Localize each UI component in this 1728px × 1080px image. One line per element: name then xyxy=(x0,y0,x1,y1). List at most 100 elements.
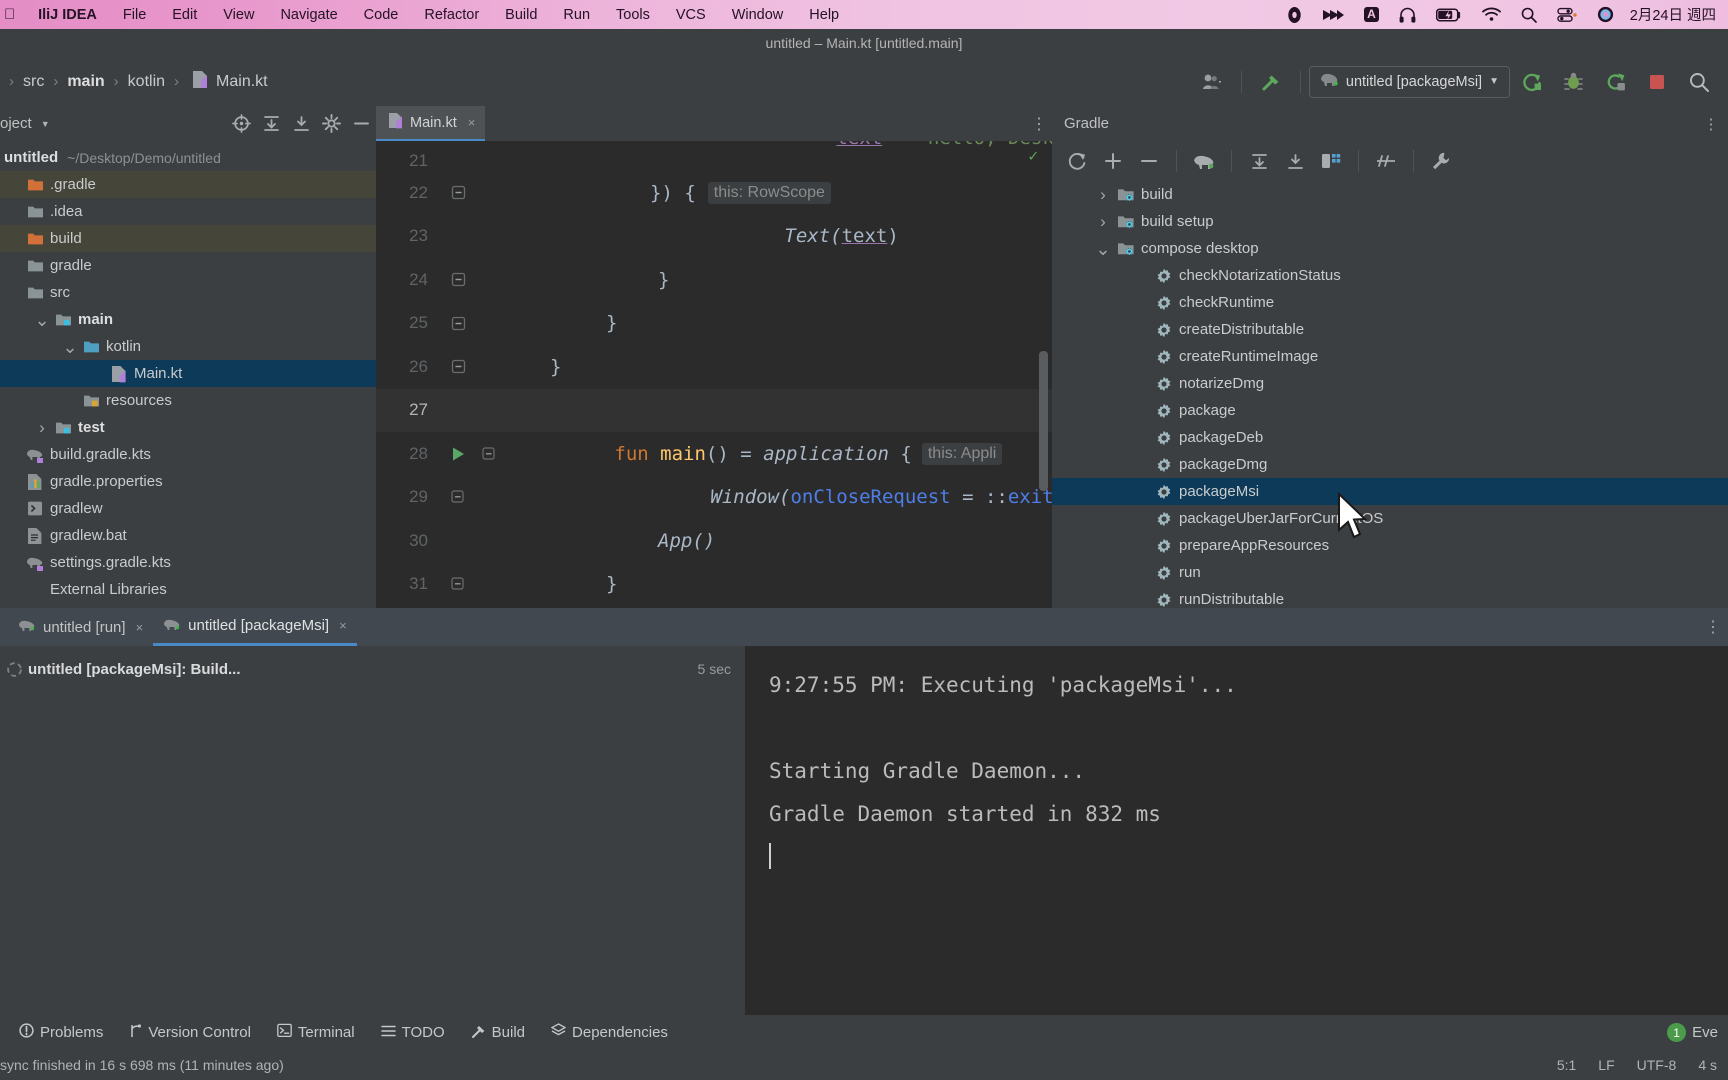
project-tree-item-test[interactable]: › test xyxy=(0,414,376,441)
editor-scrollbar[interactable] xyxy=(1039,351,1048,491)
menu-view[interactable]: View xyxy=(210,7,267,23)
gradle-task-compose-desktop[interactable]: ⌄ compose desktop xyxy=(1052,235,1728,262)
editor-code-area[interactable]: 21 text = "hello, Desktop!" ✓ 22 }) { th… xyxy=(376,141,1052,608)
toggle-offline-icon[interactable] xyxy=(1369,146,1403,176)
project-tree-item-external-libraries[interactable]: External Libraries xyxy=(0,576,376,603)
project-tree-item-src[interactable]: src xyxy=(0,279,376,306)
fold-gutter[interactable] xyxy=(438,272,478,287)
menu-run[interactable]: Run xyxy=(550,7,603,23)
line-separator[interactable]: LF xyxy=(1587,1057,1625,1073)
editor-options-icon[interactable]: ⋮ xyxy=(1026,106,1052,141)
gradle-task-notarizedmg[interactable]: notarizeDmg xyxy=(1052,370,1728,397)
debug-icon[interactable] xyxy=(1552,67,1594,97)
fold-gutter[interactable] xyxy=(478,447,500,461)
battery-charging-icon[interactable] xyxy=(1426,7,1472,22)
project-tree-item-gradlew-bat[interactable]: gradlew.bat xyxy=(0,522,376,549)
search-everywhere-icon[interactable] xyxy=(1678,67,1720,97)
fold-gutter[interactable] xyxy=(438,359,478,374)
gradle-task-checknotarizationstatus[interactable]: checkNotarizationStatus xyxy=(1052,262,1728,289)
record-icon[interactable] xyxy=(1277,6,1312,24)
gradle-task-prepareappresources[interactable]: prepareAppResources xyxy=(1052,532,1728,559)
toolwindow-build[interactable]: Build xyxy=(458,1023,538,1043)
locate-icon[interactable] xyxy=(226,111,256,137)
gradle-task-package[interactable]: package xyxy=(1052,397,1728,424)
modules-icon[interactable] xyxy=(1314,146,1348,176)
chevron-down-icon[interactable]: ⌄ xyxy=(32,311,52,329)
menu-app-name[interactable]: IliJ IDEA xyxy=(25,7,110,23)
close-icon[interactable]: × xyxy=(468,115,476,130)
control-center-icon[interactable] xyxy=(1547,7,1587,23)
project-tree-item-settings-gradle-kts[interactable]: settings.gradle.kts xyxy=(0,549,376,576)
siri-icon[interactable] xyxy=(1587,6,1624,23)
chevron-down-icon[interactable]: ⌄ xyxy=(1092,240,1114,258)
fold-gutter[interactable] xyxy=(438,577,478,591)
chevron-right-icon[interactable]: › xyxy=(1092,212,1114,232)
gradle-task-packagemsi[interactable]: packageMsi xyxy=(1052,478,1728,505)
indent-setting[interactable]: 4 s xyxy=(1687,1057,1728,1073)
chevron-right-icon[interactable]: › xyxy=(1092,185,1114,205)
search-icon[interactable] xyxy=(1511,7,1547,23)
breadcrumb-kotlin[interactable]: kotlin xyxy=(128,73,165,91)
execute-gradle-task-icon[interactable] xyxy=(1187,146,1221,176)
gradle-task-createdistributable[interactable]: createDistributable xyxy=(1052,316,1728,343)
breadcrumb-src[interactable]: src xyxy=(23,73,44,91)
apple-logo-icon[interactable]:  xyxy=(0,6,25,23)
project-tree-item-main[interactable]: ⌄ main xyxy=(0,306,376,333)
menu-build[interactable]: Build xyxy=(492,7,550,23)
project-tree-item-gradle-properties[interactable]: gradle.properties xyxy=(0,468,376,495)
toolwindow-version-control[interactable]: Version Control xyxy=(116,1023,264,1043)
fastforward-icon[interactable] xyxy=(1312,7,1354,23)
fold-gutter[interactable] xyxy=(438,316,478,331)
gradle-task-build-setup[interactable]: › build setup xyxy=(1052,208,1728,235)
file-encoding[interactable]: UTF-8 xyxy=(1626,1057,1688,1073)
gradle-task-packageuberjarforcurrentos[interactable]: packageUberJarForCurrentOS xyxy=(1052,505,1728,532)
gradle-task-checkruntime[interactable]: checkRuntime xyxy=(1052,289,1728,316)
remove-icon[interactable] xyxy=(1132,146,1166,176)
breadcrumb-mainkt[interactable]: Main.kt xyxy=(209,73,268,91)
menu-file[interactable]: File xyxy=(110,7,159,23)
event-log-button[interactable]: 1 Eve xyxy=(1667,1023,1728,1042)
project-tree-item-gradlew[interactable]: gradlew xyxy=(0,495,376,522)
build-tree-row[interactable]: untitled [packageMsi]: Build... 5 sec xyxy=(0,646,745,684)
settings-gear-icon[interactable] xyxy=(316,111,346,137)
gradle-task-build[interactable]: › build xyxy=(1052,181,1728,208)
collapse-all-icon[interactable] xyxy=(286,111,316,137)
menubar-date[interactable]: 2月24日 週四 xyxy=(1624,4,1728,25)
project-tree-item--gradle[interactable]: .gradle xyxy=(0,171,376,198)
wrench-settings-icon[interactable] xyxy=(1424,146,1458,176)
inspection-ok-icon[interactable]: ✓ xyxy=(1028,146,1038,165)
fold-gutter[interactable] xyxy=(438,490,478,504)
gradle-options-icon[interactable]: ⋮ xyxy=(1694,109,1728,139)
expand-all-icon[interactable] xyxy=(1242,146,1276,176)
gradle-task-packagedmg[interactable]: packageDmg xyxy=(1052,451,1728,478)
project-tree-item--idea[interactable]: .idea xyxy=(0,198,376,225)
headphones-icon[interactable] xyxy=(1389,7,1426,23)
coverage-icon[interactable] xyxy=(1594,67,1636,97)
menu-code[interactable]: Code xyxy=(351,7,412,23)
stop-icon[interactable] xyxy=(1636,67,1678,97)
menu-window[interactable]: Window xyxy=(719,7,797,23)
project-tree-item-main-kt[interactable]: Main.kt xyxy=(0,360,376,387)
caret-position[interactable]: 5:1 xyxy=(1546,1057,1587,1073)
close-icon[interactable]: × xyxy=(136,620,144,635)
gradle-task-packagedeb[interactable]: packageDeb xyxy=(1052,424,1728,451)
run-configuration-selector[interactable]: untitled [packageMsi] ▼ xyxy=(1308,65,1510,98)
chevron-right-icon[interactable]: › xyxy=(32,418,52,438)
menu-tools[interactable]: Tools xyxy=(603,7,663,23)
menu-navigate[interactable]: Navigate xyxy=(267,7,350,23)
project-tree-item-resources[interactable]: resources xyxy=(0,387,376,414)
toolwindow-dependencies[interactable]: Dependencies xyxy=(538,1023,681,1042)
project-tree-item-build-gradle-kts[interactable]: build.gradle.kts xyxy=(0,441,376,468)
project-tree-item-build[interactable]: build xyxy=(0,225,376,252)
project-root-row[interactable]: untitled ~/Desktop/Demo/untitled xyxy=(0,144,376,171)
menu-vcs[interactable]: VCS xyxy=(663,7,719,23)
expand-all-icon[interactable] xyxy=(256,111,286,137)
gradle-task-run[interactable]: run xyxy=(1052,559,1728,586)
build-tab-packagemsi[interactable]: untitled [packageMsi] × xyxy=(153,608,357,646)
toolwindow-todo[interactable]: TODO xyxy=(368,1024,458,1042)
refresh-icon[interactable] xyxy=(1060,146,1094,176)
editor-tab-mainkt[interactable]: Main.kt × xyxy=(376,106,486,141)
run-gutter-icon[interactable] xyxy=(438,445,478,463)
build-options-icon[interactable]: ⋮ xyxy=(1698,617,1728,637)
build-tab-run[interactable]: untitled [run] × xyxy=(8,608,153,646)
